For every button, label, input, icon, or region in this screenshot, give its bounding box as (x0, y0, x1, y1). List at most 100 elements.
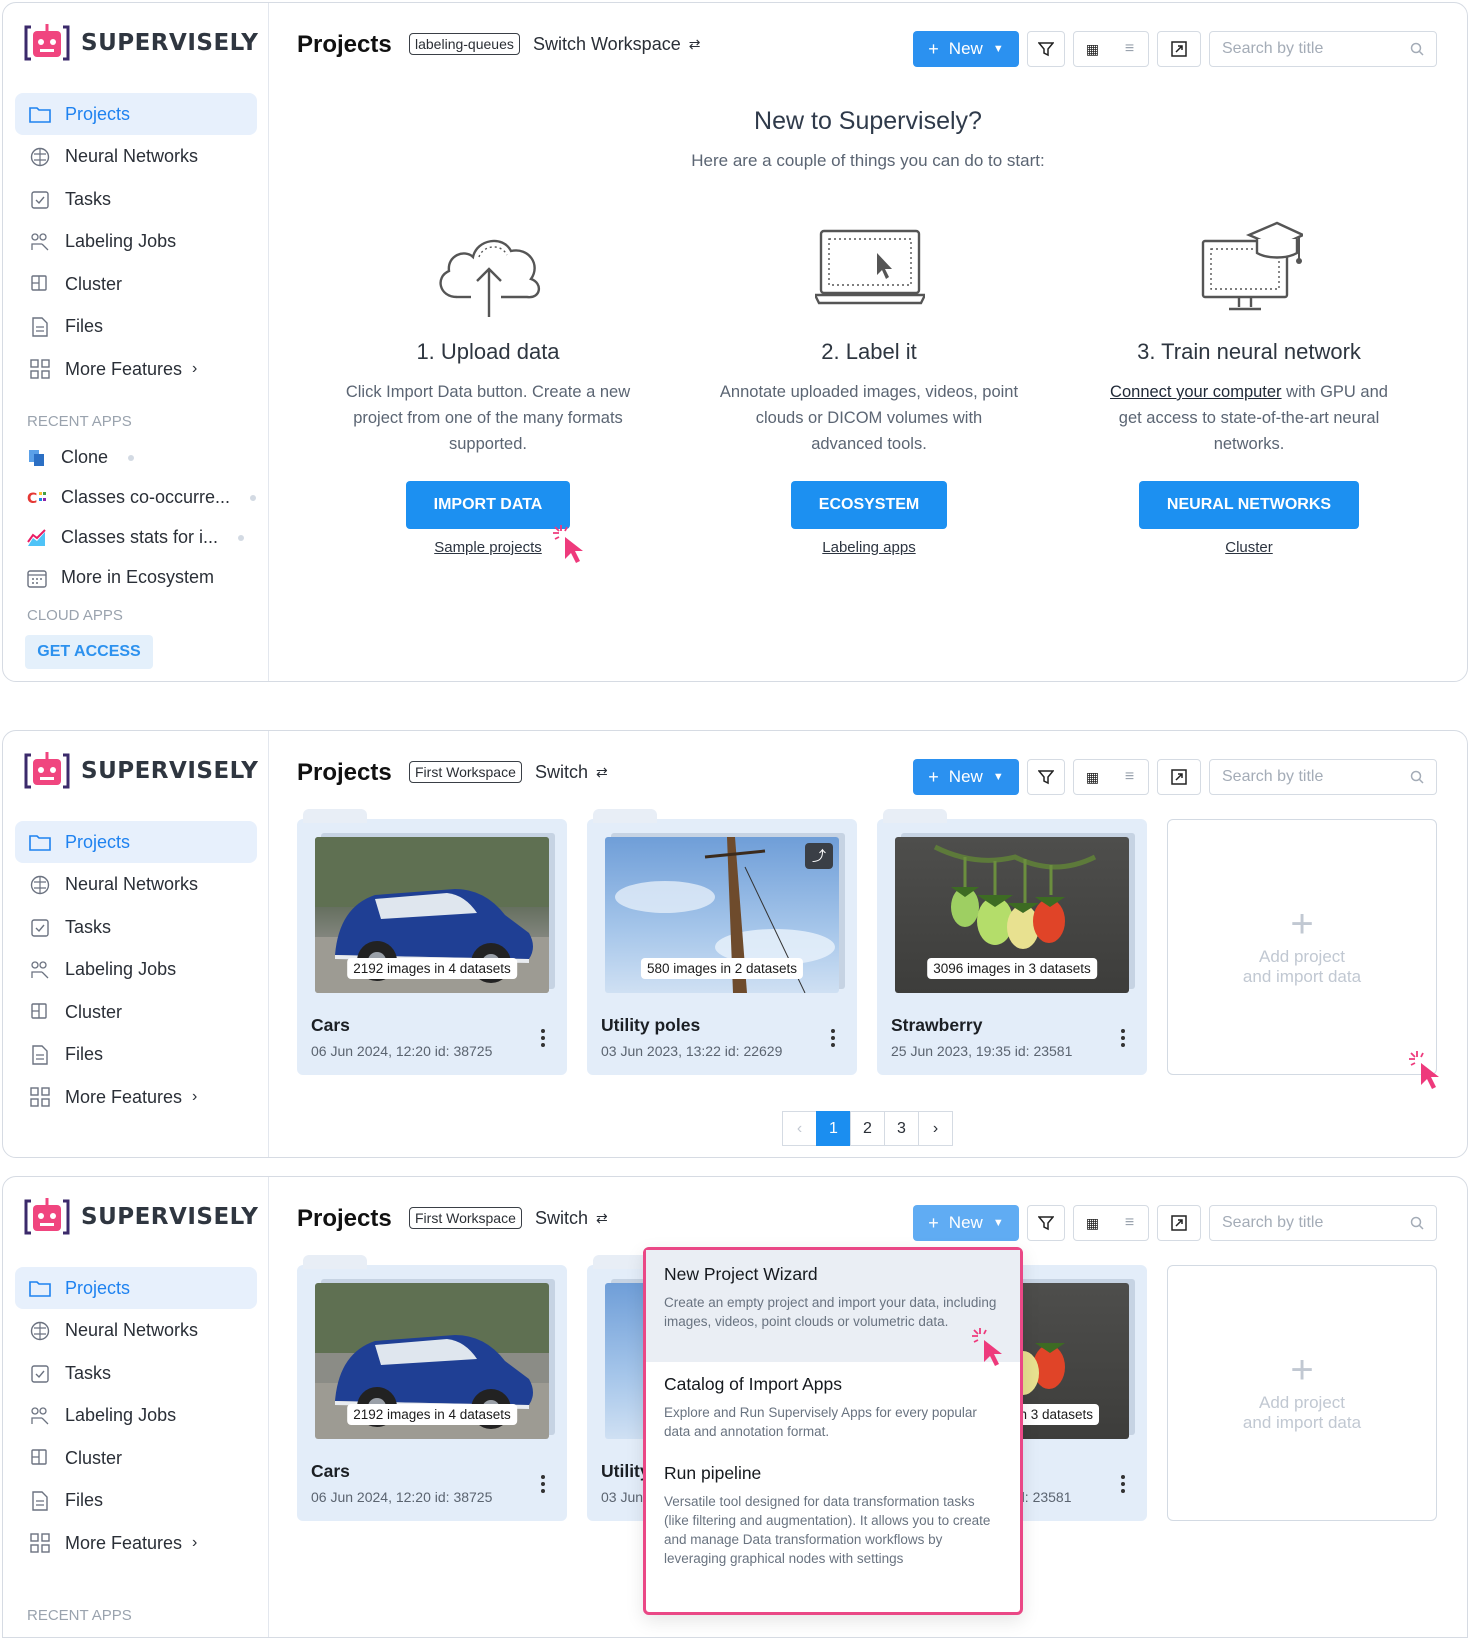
import-data-button[interactable]: IMPORT DATA (405, 481, 571, 529)
plus-icon: + (1290, 902, 1314, 946)
new-button[interactable]: + New ▼ (913, 1205, 1019, 1241)
brand-name: SUPERVISELY (81, 30, 259, 56)
more-options-icon[interactable] (831, 1029, 835, 1050)
sidebar-item-projects[interactable]: Projects (15, 1267, 257, 1309)
page-1-button[interactable]: 1 (816, 1111, 851, 1146)
view-toggle[interactable]: ▦ ≡ (1073, 1205, 1149, 1241)
project-meta: 03 Jun 2023, 13:22 id: 22629 (601, 1043, 783, 1059)
more-options-icon[interactable] (1121, 1029, 1125, 1050)
sidebar-item-cluster[interactable]: Cluster (15, 1437, 257, 1479)
logo[interactable]: SUPERVISELY (23, 21, 258, 65)
expand-button[interactable] (1157, 1205, 1201, 1241)
switch-workspace-link[interactable]: Switch ⇄ (535, 762, 608, 783)
expand-button[interactable] (1157, 759, 1201, 795)
step-desc: Connect your computer with GPU and get a… (1099, 379, 1399, 457)
labeling-apps-link[interactable]: Labeling apps (822, 539, 915, 556)
click-cursor-icon (972, 1328, 1002, 1366)
new-button[interactable]: + New ▼ (913, 759, 1019, 795)
status-dot (128, 454, 135, 461)
project-name[interactable]: Cars (311, 1461, 350, 1482)
sidebar-item-projects[interactable]: Projects (15, 821, 257, 863)
list-view-icon[interactable]: ≡ (1111, 768, 1148, 786)
new-button[interactable]: + New ▼ (913, 31, 1019, 67)
list-view-icon[interactable]: ≡ (1111, 40, 1148, 58)
logo[interactable]: SUPERVISELY (23, 749, 258, 793)
sample-projects-link[interactable]: Sample projects (434, 539, 542, 556)
sidebar-item-files[interactable]: Files (15, 1480, 257, 1522)
neural-networks-button[interactable]: NEURAL NETWORKS (1138, 481, 1360, 529)
sidebar-item-neural-networks[interactable]: Neural Networks (15, 864, 257, 906)
plus-icon: + (1290, 1348, 1314, 1392)
page-3-button[interactable]: 3 (884, 1111, 919, 1146)
share-icon[interactable]: ⤴ (805, 843, 833, 869)
more-options-icon[interactable] (541, 1475, 545, 1496)
project-card-strawberry[interactable]: 3096 images in 3 datasets Strawberry 25 … (877, 809, 1147, 1075)
cluster-link[interactable]: Cluster (1225, 539, 1273, 556)
grid-view-icon[interactable]: ▦ (1074, 1215, 1111, 1232)
sidebar-item-more-features[interactable]: More Features › (15, 1076, 257, 1118)
sidebar-item-more-features[interactable]: More Features › (15, 1522, 257, 1564)
sidebar-item-label: Labeling Jobs (65, 1405, 177, 1425)
ecosystem-button[interactable]: ECOSYSTEM (790, 481, 948, 529)
sidebar-item-neural-networks[interactable]: Neural Networks (15, 136, 257, 178)
view-toggle[interactable]: ▦ ≡ (1073, 759, 1149, 795)
sidebar-item-files[interactable]: Files (15, 1034, 257, 1076)
add-project-card[interactable]: + Add project and import data (1167, 819, 1437, 1075)
recent-app-classes-stats[interactable]: Classes stats for i... (27, 527, 245, 548)
sidebar-item-labeling-jobs[interactable]: Labeling Jobs (15, 949, 257, 991)
view-toggle[interactable]: ▦ ≡ (1073, 31, 1149, 67)
sidebar-item-tasks[interactable]: Tasks (15, 906, 257, 948)
connect-computer-link[interactable]: Connect your computer (1110, 383, 1282, 401)
grid-view-icon[interactable]: ▦ (1074, 41, 1111, 58)
sidebar-item-files[interactable]: Files (15, 306, 257, 348)
prev-page-button[interactable]: ‹ (782, 1111, 817, 1146)
switch-workspace-link[interactable]: Switch ⇄ (535, 1208, 608, 1229)
search-input[interactable]: Search by title (1209, 1205, 1437, 1241)
switch-workspace-link[interactable]: Switch Workspace ⇄ (533, 34, 700, 55)
next-page-button[interactable]: › (918, 1111, 953, 1146)
sidebar-item-cluster[interactable]: Cluster (15, 263, 257, 305)
more-options-icon[interactable] (541, 1029, 545, 1050)
more-options-icon[interactable] (1121, 1475, 1125, 1496)
filter-button[interactable] (1027, 31, 1065, 67)
get-access-button[interactable]: GET ACCESS (25, 635, 153, 669)
search-input[interactable]: Search by title (1209, 759, 1437, 795)
recent-app-more-ecosystem[interactable]: More in Ecosystem (27, 567, 214, 588)
filter-button[interactable] (1027, 1205, 1065, 1241)
grid-view-icon[interactable]: ▦ (1074, 769, 1111, 786)
swap-arrows-icon: ⇄ (688, 36, 701, 52)
sidebar-item-tasks[interactable]: Tasks (15, 1352, 257, 1394)
sidebar-item-tasks[interactable]: Tasks (15, 178, 257, 220)
project-card-cars[interactable]: 2192 images in 4 datasets Cars 06 Jun 20… (297, 1255, 567, 1521)
menu-item-new-project-wizard[interactable]: New Project Wizard Create an empty proje… (646, 1250, 1020, 1362)
sidebar-item-projects[interactable]: Projects (15, 93, 257, 135)
list-view-icon[interactable]: ≡ (1111, 1214, 1148, 1232)
sidebar-item-cluster[interactable]: Cluster (15, 991, 257, 1033)
add-project-card[interactable]: + Add project and import data (1167, 1265, 1437, 1521)
sidebar-item-neural-networks[interactable]: Neural Networks (15, 1310, 257, 1352)
filter-button[interactable] (1027, 759, 1065, 795)
project-name[interactable]: Utility poles (601, 1015, 700, 1036)
cluster-icon (29, 273, 51, 295)
menu-item-run-pipeline[interactable]: Run pipeline Versatile tool designed for… (646, 1441, 1020, 1568)
page-title: Projects (297, 31, 392, 58)
labeling-icon (29, 231, 51, 253)
project-name[interactable]: Cars (311, 1015, 350, 1036)
menu-item-catalog-import-apps[interactable]: Catalog of Import Apps Explore and Run S… (646, 1362, 1020, 1441)
sidebar-nav: Projects Neural Networks Tasks Labeling … (15, 1267, 257, 1565)
logo[interactable]: SUPERVISELY (23, 1195, 258, 1239)
project-card-utility-poles[interactable]: ⤴ 580 images in 2 datasets Utility poles… (587, 809, 857, 1075)
brand-name: SUPERVISELY (81, 1204, 259, 1230)
recent-app-classes-cooccurrence[interactable]: C Classes co-occurre... (27, 487, 257, 508)
project-name[interactable]: Strawberry (891, 1015, 982, 1036)
image-count-badge: n 3 datasets (1013, 1404, 1099, 1425)
recent-app-clone[interactable]: Clone (27, 447, 135, 468)
search-input[interactable]: Search by title (1209, 31, 1437, 67)
grid-icon (29, 1086, 51, 1108)
sidebar-item-labeling-jobs[interactable]: Labeling Jobs (15, 1395, 257, 1437)
sidebar-item-more-features[interactable]: More Features › (15, 348, 257, 390)
project-card-cars[interactable]: 2192 images in 4 datasets Cars 06 Jun 20… (297, 809, 567, 1075)
page-2-button[interactable]: 2 (850, 1111, 885, 1146)
sidebar-item-labeling-jobs[interactable]: Labeling Jobs (15, 221, 257, 263)
expand-button[interactable] (1157, 31, 1201, 67)
